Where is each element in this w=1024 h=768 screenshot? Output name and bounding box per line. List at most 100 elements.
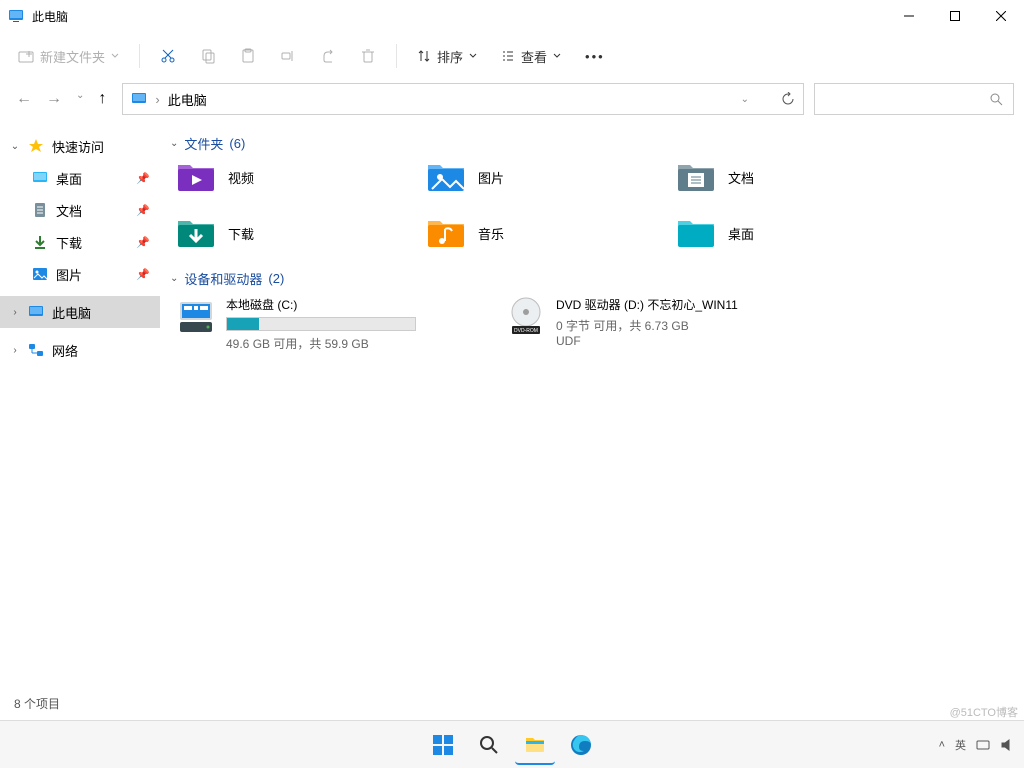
sidebar-item-downloads[interactable]: 下载 📌 [0, 226, 160, 258]
folder-label: 下载 [228, 224, 254, 243]
cut-button[interactable] [150, 38, 186, 74]
paste-icon [240, 48, 256, 64]
drive-c[interactable]: 本地磁盘 (C:) 49.6 GB 可用，共 59.9 GB [176, 296, 476, 352]
sidebar-item-desktop[interactable]: 桌面 📌 [0, 162, 160, 194]
new-folder-icon [18, 48, 34, 64]
new-folder-button[interactable]: 新建文件夹 [8, 38, 129, 74]
chevron-right-icon[interactable]: › [10, 345, 20, 356]
sort-label: 排序 [437, 47, 463, 66]
paste-button[interactable] [230, 38, 266, 74]
chevron-down-icon [469, 52, 477, 60]
pin-icon[interactable]: 📌 [136, 268, 150, 281]
toolbar-separator [139, 44, 140, 68]
svg-text:DVD-ROM: DVD-ROM [514, 328, 538, 334]
new-folder-label: 新建文件夹 [40, 47, 105, 66]
download-icon [32, 234, 48, 250]
sidebar-item-documents[interactable]: 文档 📌 [0, 194, 160, 226]
ime-indicator[interactable]: 英 [955, 737, 966, 753]
more-button[interactable]: ••• [575, 38, 615, 74]
folder-label: 音乐 [478, 224, 504, 243]
up-button[interactable]: ↑ [98, 90, 106, 108]
folder-videos[interactable]: 视频 [176, 161, 426, 193]
taskbar: ˄ 英 [0, 720, 1024, 768]
address-bar[interactable]: › 此电脑 ⌄ [122, 83, 804, 115]
sidebar-item-label: 文档 [56, 201, 82, 220]
sidebar-this-pc[interactable]: › 此电脑 [0, 296, 160, 328]
breadcrumb-this-pc[interactable]: 此电脑 [168, 90, 207, 109]
section-folders-header[interactable]: ⌄ 文件夹 (6) [170, 134, 1014, 153]
picture-icon [32, 266, 48, 282]
cut-icon [160, 48, 176, 64]
sidebar-item-pictures[interactable]: 图片 📌 [0, 258, 160, 290]
volume-tray-icon[interactable] [1000, 738, 1014, 752]
star-icon [28, 138, 44, 154]
pin-icon[interactable]: 📌 [136, 236, 150, 249]
delete-button[interactable] [350, 38, 386, 74]
network-tray-icon[interactable] [976, 738, 990, 752]
close-button[interactable] [978, 0, 1024, 32]
taskbar-search-button[interactable] [469, 725, 509, 765]
hdd-icon [176, 296, 216, 336]
rename-button[interactable] [270, 38, 306, 74]
pin-icon[interactable]: 📌 [136, 172, 150, 185]
sort-button[interactable]: 排序 [407, 38, 487, 74]
drive-filesystem: UDF [556, 334, 738, 348]
tray-chevron-up-icon[interactable]: ˄ [939, 739, 945, 751]
system-tray[interactable]: ˄ 英 [939, 737, 1014, 753]
search-icon [479, 735, 499, 755]
folder-label: 视频 [228, 168, 254, 187]
chevron-right-icon[interactable]: › [10, 307, 20, 318]
chevron-down-icon: ⌄ [170, 273, 178, 284]
drive-d[interactable]: DVD-ROM DVD 驱动器 (D:) 不忘初心_WIN11 0 字节 可用，… [506, 296, 806, 352]
taskbar-edge-button[interactable] [561, 725, 601, 765]
section-count: (2) [268, 271, 284, 286]
folder-music[interactable]: 音乐 [426, 217, 676, 249]
sidebar-network[interactable]: › 网络 [0, 334, 160, 366]
recent-dropdown[interactable]: ⌄ [76, 90, 84, 108]
section-count: (6) [229, 136, 245, 151]
sidebar-item-label: 图片 [56, 265, 82, 284]
pin-icon[interactable]: 📌 [136, 204, 150, 217]
refresh-button[interactable] [781, 92, 795, 106]
picture-folder-icon [426, 161, 466, 193]
sidebar-item-label: 下载 [56, 233, 82, 252]
sidebar: ⌄ 快速访问 桌面 📌 文档 📌 下载 📌 图片 📌 › 此电脑 [0, 124, 160, 724]
copy-icon [200, 48, 216, 64]
address-dropdown[interactable]: ⌄ [741, 94, 749, 105]
maximize-button[interactable] [932, 0, 978, 32]
sidebar-item-label: 网络 [52, 341, 78, 360]
start-button[interactable] [423, 725, 463, 765]
sidebar-item-label: 桌面 [56, 169, 82, 188]
section-devices-header[interactable]: ⌄ 设备和驱动器 (2) [170, 269, 1014, 288]
section-title: 设备和驱动器 [184, 269, 262, 288]
minimize-button[interactable] [886, 0, 932, 32]
folder-desktop[interactable]: 桌面 [676, 217, 926, 249]
document-icon [32, 202, 48, 218]
drive-name: 本地磁盘 (C:) [226, 296, 416, 313]
share-button[interactable] [310, 38, 346, 74]
search-icon [989, 92, 1003, 106]
rename-icon [280, 48, 296, 64]
sidebar-quick-access[interactable]: ⌄ 快速访问 [0, 130, 160, 162]
music-folder-icon [426, 217, 466, 249]
folder-documents[interactable]: 文档 [676, 161, 926, 193]
taskbar-explorer-button[interactable] [515, 725, 555, 765]
window-title: 此电脑 [32, 8, 68, 25]
explorer-icon [524, 733, 546, 755]
titlebar: 此电脑 [0, 0, 1024, 32]
edge-icon [570, 734, 592, 756]
view-button[interactable]: 查看 [491, 38, 571, 74]
folder-pictures[interactable]: 图片 [426, 161, 676, 193]
section-title: 文件夹 [184, 134, 223, 153]
search-box[interactable] [814, 83, 1014, 115]
chevron-down-icon[interactable]: ⌄ [10, 141, 20, 152]
breadcrumb-separator: › [155, 92, 159, 107]
drive-capacity-text: 0 字节 可用，共 6.73 GB [556, 317, 738, 334]
dvd-icon: DVD-ROM [506, 296, 546, 336]
folder-downloads[interactable]: 下载 [176, 217, 426, 249]
back-button[interactable]: ← [16, 90, 32, 108]
copy-button[interactable] [190, 38, 226, 74]
forward-button[interactable]: → [46, 90, 62, 108]
nav-arrows: ← → ⌄ ↑ [10, 90, 112, 108]
sidebar-item-label: 此电脑 [52, 303, 91, 322]
